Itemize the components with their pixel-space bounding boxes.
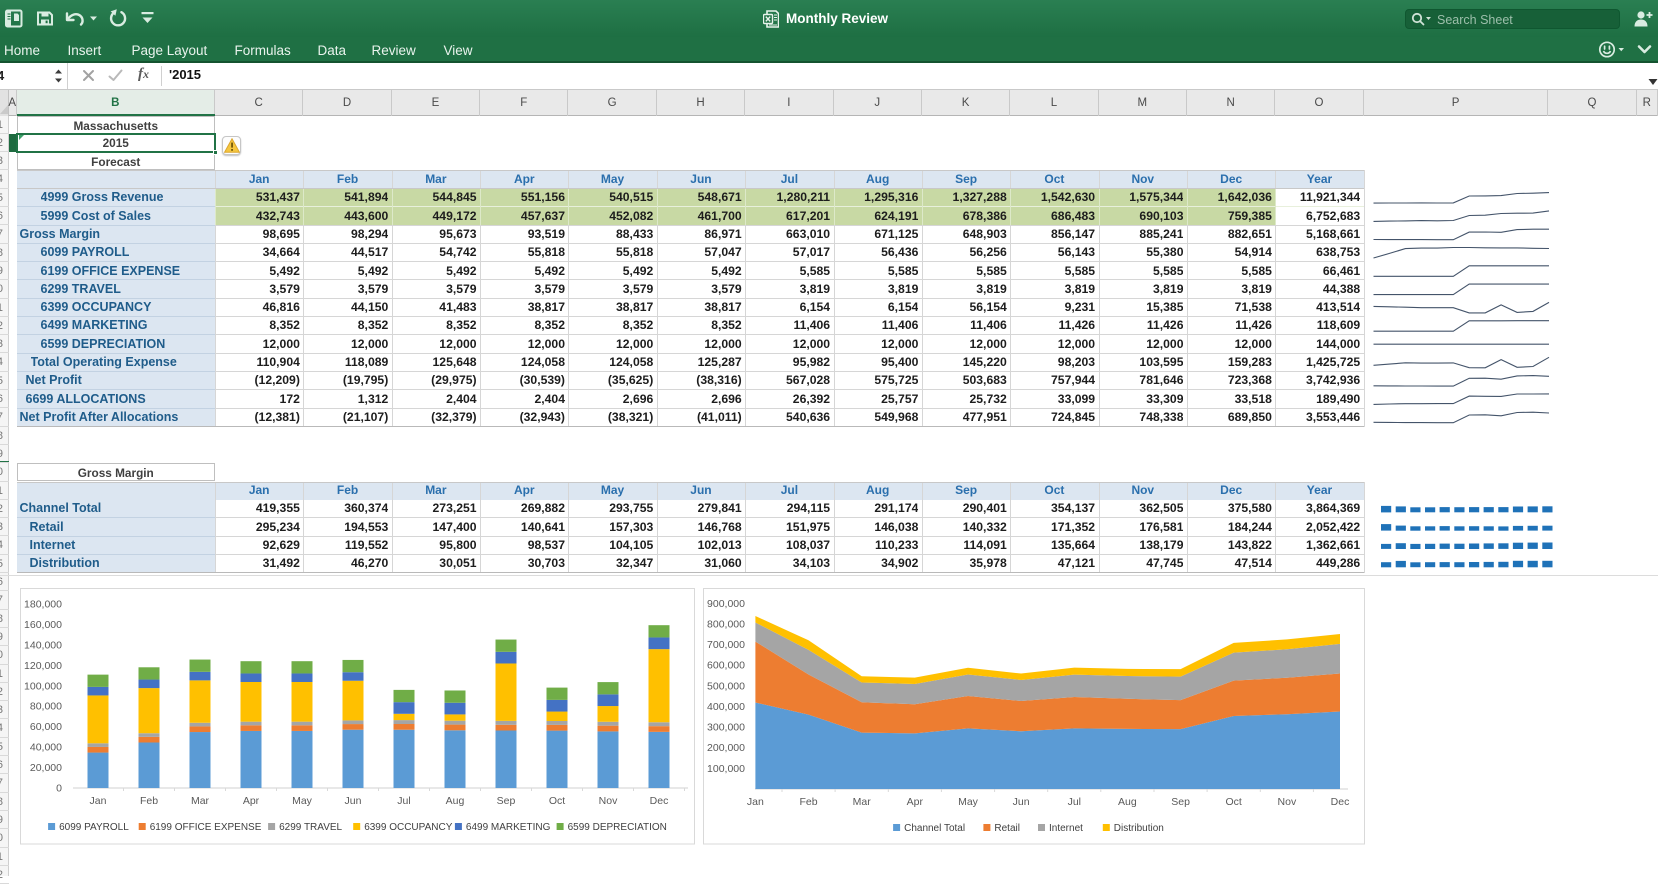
svg-text:May: May	[958, 796, 979, 808]
svg-text:600,000: 600,000	[707, 660, 745, 672]
svg-text:Feb: Feb	[140, 795, 158, 807]
svg-text:200,000: 200,000	[707, 742, 745, 754]
svg-text:120,000: 120,000	[24, 660, 62, 672]
svg-text:Sep: Sep	[497, 795, 516, 807]
svg-text:140,000: 140,000	[24, 639, 62, 651]
svg-text:Mar: Mar	[191, 795, 210, 807]
svg-text:Jul: Jul	[1068, 796, 1081, 808]
svg-text:Oct: Oct	[549, 795, 565, 807]
svg-text:May: May	[292, 795, 313, 807]
svg-text:700,000: 700,000	[707, 639, 745, 651]
svg-text:0: 0	[56, 783, 62, 795]
svg-text:160,000: 160,000	[24, 619, 62, 631]
svg-text:100,000: 100,000	[707, 763, 745, 775]
svg-text:Dec: Dec	[650, 795, 669, 807]
svg-text:100,000: 100,000	[24, 680, 62, 692]
svg-text:Jan: Jan	[747, 796, 764, 808]
svg-text:80,000: 80,000	[30, 701, 62, 713]
svg-text:Nov: Nov	[1278, 796, 1297, 808]
svg-text:180,000: 180,000	[24, 599, 62, 611]
svg-text:6099 PAYROLL: 6099 PAYROLL	[59, 822, 129, 833]
svg-text:6399 OCCUPANCY: 6399 OCCUPANCY	[364, 822, 453, 833]
svg-text:Jul: Jul	[397, 795, 410, 807]
svg-text:Nov: Nov	[599, 795, 618, 807]
svg-text:Sep: Sep	[1171, 796, 1190, 808]
svg-text:Apr: Apr	[243, 795, 260, 807]
svg-text:6299 TRAVEL: 6299 TRAVEL	[279, 822, 342, 833]
svg-text:Mar: Mar	[853, 796, 872, 808]
svg-text:Jun: Jun	[345, 795, 362, 807]
svg-text:900,000: 900,000	[707, 598, 745, 610]
svg-text:Feb: Feb	[799, 796, 817, 808]
svg-text:Oct: Oct	[1226, 796, 1242, 808]
svg-text:Apr: Apr	[907, 796, 924, 808]
svg-text:40,000: 40,000	[30, 742, 62, 754]
svg-text:6199 OFFICE EXPENSE: 6199 OFFICE EXPENSE	[150, 822, 262, 833]
svg-text:Channel Total: Channel Total	[904, 823, 965, 834]
svg-text:6599 DEPRECIATION: 6599 DEPRECIATION	[568, 822, 667, 833]
svg-text:Internet: Internet	[1049, 823, 1083, 834]
svg-text:800,000: 800,000	[707, 619, 745, 631]
svg-text:Jun: Jun	[1013, 796, 1030, 808]
svg-text:400,000: 400,000	[707, 701, 745, 713]
svg-text:Retail: Retail	[994, 823, 1020, 834]
svg-text:300,000: 300,000	[707, 722, 745, 734]
svg-text:6499 MARKETING: 6499 MARKETING	[466, 822, 551, 833]
svg-text:500,000: 500,000	[707, 680, 745, 692]
svg-text:20,000: 20,000	[30, 762, 62, 774]
svg-text:Dec: Dec	[1331, 796, 1350, 808]
svg-text:60,000: 60,000	[30, 721, 62, 733]
svg-text:Aug: Aug	[446, 795, 465, 807]
svg-text:Distribution: Distribution	[1114, 823, 1164, 834]
svg-text:Aug: Aug	[1118, 796, 1137, 808]
svg-text:Jan: Jan	[90, 795, 107, 807]
